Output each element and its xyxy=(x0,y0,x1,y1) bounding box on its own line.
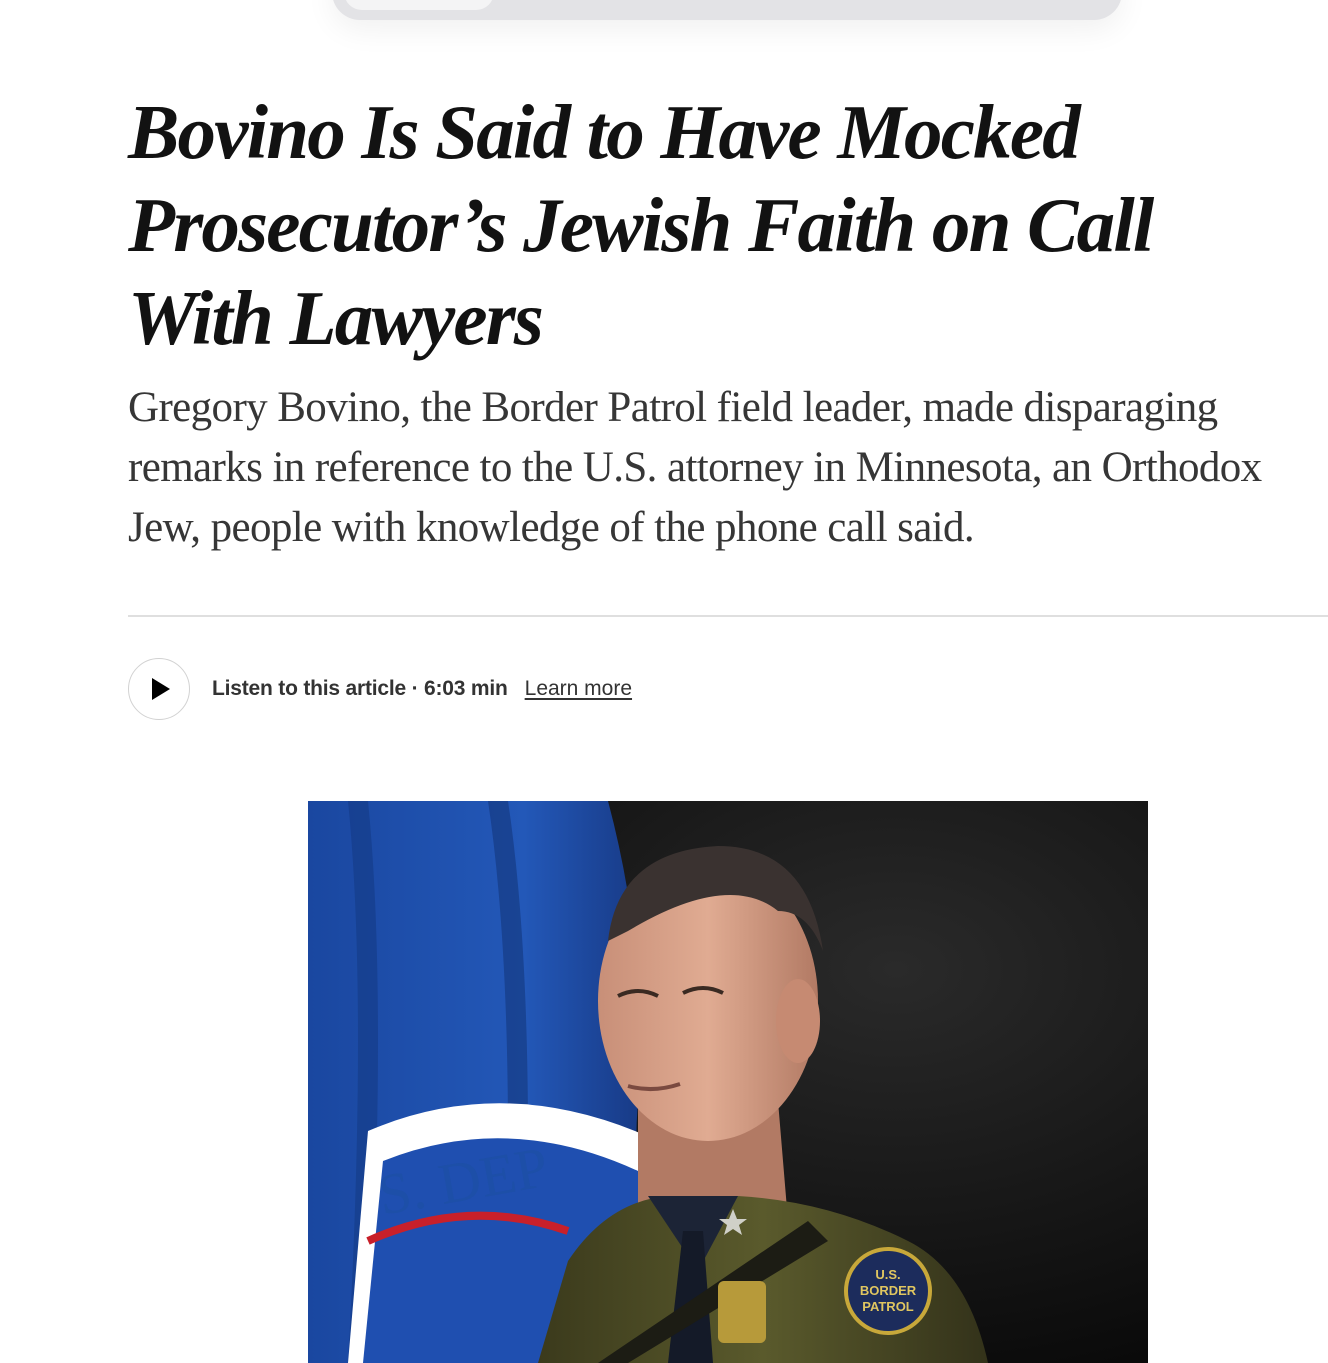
ear xyxy=(776,979,820,1063)
divider xyxy=(128,615,1328,617)
patch-text-1: U.S. xyxy=(875,1267,900,1282)
play-button[interactable] xyxy=(128,658,190,720)
patch-text-2: BORDER xyxy=(860,1283,917,1298)
top-banner-bar xyxy=(332,0,1122,20)
learn-more-link[interactable]: Learn more xyxy=(525,677,632,701)
audio-player: Listen to this article · 6:03 min Learn … xyxy=(128,656,632,722)
article-headline: Bovino Is Said to Have Mocked Prosecutor… xyxy=(128,89,1154,361)
play-icon xyxy=(152,678,170,700)
article-summary: Gregory Bovino, the Border Patrol field … xyxy=(128,384,1262,551)
article-photo: S. DEP U.S. BORDER PATROL xyxy=(308,801,1148,1363)
badge xyxy=(718,1281,766,1343)
top-banner-pill xyxy=(344,0,494,10)
listen-label: Listen to this article · 6:03 min xyxy=(212,677,508,700)
patch-text-3: PATROL xyxy=(862,1299,914,1314)
